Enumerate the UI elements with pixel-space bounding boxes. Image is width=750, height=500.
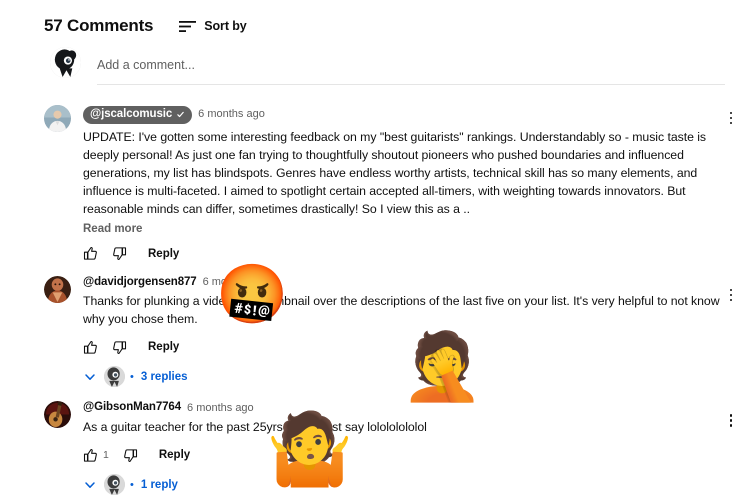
thumbs-down-icon xyxy=(113,341,127,354)
kebab-dot xyxy=(729,424,733,427)
comment-item: @jscalcomusic 6 months ago UPDATE: I've … xyxy=(44,105,733,264)
comment-timestamp: 6 months ago xyxy=(198,108,265,121)
kebab-dot xyxy=(729,111,733,115)
comment-options-button[interactable] xyxy=(722,411,740,429)
comment-author[interactable]: @GibsonMan7764 xyxy=(83,402,181,414)
comment-item: @GibsonMan7764 6 months ago As a guitar … xyxy=(44,401,733,495)
like-button[interactable] xyxy=(83,340,98,355)
kebab-dot xyxy=(729,288,733,292)
kebab-dot xyxy=(729,116,733,120)
comment-body: @GibsonMan7764 6 months ago As a guitar … xyxy=(83,401,726,495)
chevron-down-icon xyxy=(85,481,95,488)
kebab-dot xyxy=(729,293,733,297)
chevron-down-icon xyxy=(85,374,95,380)
comment-options-button[interactable] xyxy=(722,109,740,127)
thumbs-down-icon xyxy=(113,247,127,261)
comment-timestamp: 6 months ago xyxy=(187,401,254,414)
replies-count-label: 1 reply xyxy=(140,478,178,491)
like-count: 1 xyxy=(103,449,109,461)
comment-options-button[interactable] xyxy=(722,286,740,304)
comment-item: @davidjorgensen877 6 months ago Thanks f… xyxy=(44,275,733,388)
comment-author[interactable]: @jscalcomusic xyxy=(83,106,193,124)
comment-thread: @jscalcomusic 6 months ago UPDATE: I've … xyxy=(44,105,733,500)
thumbs-up-icon xyxy=(83,247,97,260)
comment-actions: 1 Reply xyxy=(83,445,726,465)
comment-actions: Reply xyxy=(83,244,726,264)
thumbs-up-icon xyxy=(83,340,97,354)
read-more-button[interactable]: Read more xyxy=(83,223,726,235)
avatar-davidjorgensen877[interactable] xyxy=(44,275,71,303)
thumbs-down-icon xyxy=(123,448,137,462)
dislike-button[interactable] xyxy=(112,246,127,261)
add-comment-placeholder: Add a comment... xyxy=(97,58,195,72)
comments-header: 57 Comments Sort by xyxy=(44,0,726,42)
person-facepalming-emoji: 🤦 xyxy=(401,328,484,405)
comment-text: UPDATE: I've gotten some interesting fee… xyxy=(83,129,710,216)
sort-by-label: Sort by xyxy=(204,19,247,33)
reply-button[interactable]: Reply xyxy=(148,341,179,353)
kebab-dot xyxy=(729,419,733,422)
current-user-avatar[interactable] xyxy=(50,47,81,78)
comment-text: Thanks for plunking a video link thumbna… xyxy=(83,294,723,327)
comment-author-name: @jscalcomusic xyxy=(90,108,173,120)
kebab-dot xyxy=(729,414,733,417)
comment-meta: @davidjorgensen877 6 months ago xyxy=(83,276,726,289)
thumbs-up-icon xyxy=(83,448,97,462)
dislike-button[interactable] xyxy=(112,340,127,355)
dislike-button[interactable] xyxy=(123,448,138,463)
replies-bullet: • xyxy=(130,370,134,383)
person-shrugging-emoji: 🤷 xyxy=(266,408,354,490)
replies-avatar xyxy=(104,366,125,388)
comments-page: 57 Comments Sort by Add a comment... @js… xyxy=(0,0,750,500)
comment-text: As a guitar teacher for the past 25yrs l… xyxy=(83,419,427,434)
reply-button[interactable]: Reply xyxy=(159,449,190,461)
comment-author[interactable]: @davidjorgensen877 xyxy=(83,276,197,289)
show-replies-button[interactable]: • 1 reply xyxy=(83,474,726,495)
replies-avatar xyxy=(104,474,125,495)
verified-check-icon xyxy=(177,112,184,118)
kebab-dot xyxy=(729,298,733,302)
avatar-jscalcomusic[interactable] xyxy=(44,105,71,132)
avatar-gibsonman7764[interactable] xyxy=(44,401,71,429)
like-button[interactable]: 1 xyxy=(83,448,109,463)
like-button[interactable] xyxy=(83,246,98,261)
sort-by-button[interactable]: Sort by xyxy=(179,19,247,33)
swearing-face-emoji: 🤬 xyxy=(216,260,289,328)
add-comment-input[interactable]: Add a comment... xyxy=(97,52,725,85)
replies-count-label: 3 replies xyxy=(140,370,188,383)
comment-body: @jscalcomusic 6 months ago UPDATE: I've … xyxy=(83,105,726,264)
comments-count: 57 Comments xyxy=(44,16,154,35)
kebab-dot xyxy=(729,121,733,125)
comment-meta: @jscalcomusic 6 months ago xyxy=(83,106,726,124)
reply-button[interactable]: Reply xyxy=(148,248,179,260)
add-comment-row: Add a comment... xyxy=(44,47,726,85)
replies-bullet: • xyxy=(130,478,134,491)
sort-lines-icon xyxy=(179,20,197,32)
